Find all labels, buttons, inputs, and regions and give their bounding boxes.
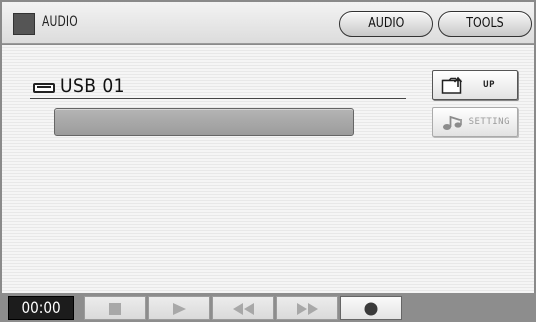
device-label: USB 01 <box>60 75 125 97</box>
stop-button[interactable] <box>84 296 146 320</box>
device-row: USB 01 <box>30 75 406 99</box>
setting-button-label: SETTING <box>468 117 510 127</box>
music-notes-icon <box>441 112 467 137</box>
folder-up-icon <box>441 75 467 100</box>
up-button[interactable]: UP <box>432 70 518 100</box>
tab-audio[interactable]: AUDIO <box>339 11 433 37</box>
time-value: 00:00 <box>21 298 61 317</box>
page-title: AUDIO <box>42 14 78 30</box>
fast-forward-button[interactable] <box>276 296 338 320</box>
time-display: 00:00 <box>8 296 74 320</box>
title-bar: AUDIO AUDIO TOOLS <box>2 2 534 44</box>
rewind-icon <box>233 303 254 315</box>
usb-drive-icon <box>33 83 55 93</box>
setting-button[interactable]: SETTING <box>432 107 518 137</box>
file-selection-bar[interactable] <box>54 108 354 136</box>
record-icon <box>364 302 378 316</box>
tab-tools[interactable]: TOOLS <box>438 11 532 37</box>
audio-screen: AUDIO AUDIO TOOLS USB 01 UP SETTING 00:0… <box>0 0 536 322</box>
stop-icon <box>109 303 121 315</box>
up-button-label: UP <box>483 80 495 90</box>
play-icon <box>173 303 186 315</box>
tab-tools-label: TOOLS <box>466 16 504 31</box>
tab-audio-label: AUDIO <box>367 16 405 31</box>
record-button[interactable] <box>340 296 402 320</box>
play-button[interactable] <box>148 296 210 320</box>
main-panel: USB 01 UP SETTING <box>2 45 534 293</box>
title-square-icon <box>13 13 35 35</box>
transport-bar: 00:00 <box>0 293 536 322</box>
fast-forward-icon <box>297 303 318 315</box>
rewind-button[interactable] <box>212 296 274 320</box>
